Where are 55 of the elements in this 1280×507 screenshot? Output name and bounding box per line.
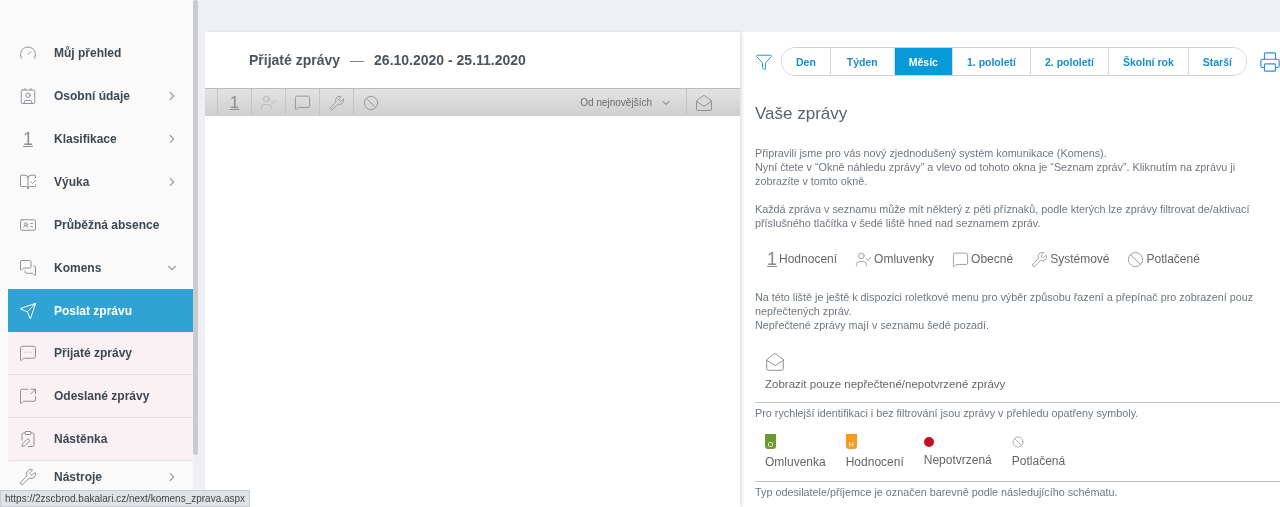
sort-dropdown[interactable]: Od nejnovějších	[566, 96, 686, 109]
title-separator: —	[350, 52, 365, 68]
filter-icon[interactable]	[755, 52, 773, 71]
date-range: 26.10.2020 - 25.11.2020	[374, 52, 526, 68]
wrench-icon	[328, 94, 345, 111]
symbol-label: Hodnocení	[845, 455, 904, 469]
sidebar-item[interactable]: Komens	[8, 246, 193, 289]
sidebar-subitem[interactable]: Přijaté zprávy	[8, 332, 193, 375]
contact-card-icon	[19, 86, 37, 105]
user-check-icon	[260, 94, 277, 111]
sidebar-item[interactable]: Průběžná absence	[8, 203, 193, 246]
symbol-label: Potlačená	[1011, 454, 1066, 468]
sidebar-item[interactable]: Můj přehled	[8, 31, 193, 74]
help-heading: Vaše zprávy	[755, 104, 849, 124]
period-tab[interactable]: Starší	[1187, 48, 1246, 75]
scheme-paragraph: Typ odesilatele/příjemce je označen barevně podle následujícího schématu.	[755, 485, 1119, 499]
flag-legend-item: Obecné	[952, 250, 1014, 268]
sort-paragraph: Na této liště je ještě k dispozici roletkové menu pro výběr způsobu řazení a přepínač pro zobrazení pouz nepřečtených zpráv. Nepřečtené zprávy mají v seznamu šedé pozadí.	[755, 290, 1255, 332]
wrench-icon	[19, 468, 37, 486]
flags-paragraph: Každá zpráva v seznamu může mít některý z pěti příznaků, podle kterých lze zprávy filtrovat de/aktivací příslušného tlačítka v šedé liště hned nad seznamem zpráv.	[755, 202, 1251, 230]
printer-icon[interactable]	[1258, 50, 1280, 73]
clipboard-pen-icon	[19, 430, 37, 448]
sidebar-subitem[interactable]: Nástěnka	[8, 418, 193, 461]
flag-legend-item: Omluvenky	[855, 250, 935, 268]
digit-glyph-icon: 1	[23, 129, 33, 148]
paper-plane-icon	[19, 301, 37, 320]
unread-only-toggle[interactable]: Zobrazit pouze nepřečtené/nepotvrzené zprávy	[765, 352, 1280, 390]
sidebar-subitem[interactable]: Odeslané zprávy	[8, 375, 193, 418]
message-forward-icon	[19, 387, 37, 405]
open-envelope-icon	[694, 93, 713, 112]
ban-icon	[1011, 436, 1024, 448]
sidebar-item[interactable]: 1 Klasifikace	[8, 117, 193, 160]
speech-bubble-icon	[952, 250, 970, 268]
ban-icon	[1127, 250, 1145, 268]
wrench-icon	[1031, 250, 1049, 268]
period-tab[interactable]: Měsíc	[893, 48, 952, 75]
sidebar-item[interactable]: Nástroje	[8, 461, 193, 493]
intro-paragraph: Připravili jsme pro vás nový zjednodušený systém komunikace (Komens). Nyní čtete v “Okně náhledu zprávy” a vlevo od tohoto okna je “Seznam zpráv”. Kliknutím na zprávu ji zobrazíte v tomto okně.	[755, 146, 1237, 188]
status-url: https://2zscbrod.bakalari.cz/next/komens_zprava.aspx	[0, 490, 251, 507]
symbol-label: Omluvenka	[765, 455, 826, 469]
flag-legend-item: Systémové	[1031, 250, 1110, 268]
flag-legend-item: Potlačené	[1127, 250, 1200, 268]
book-icon	[19, 172, 37, 191]
symbol-label: Nepotvrzená	[923, 453, 992, 467]
sidebar-item[interactable]: Výuka	[8, 160, 193, 203]
symbols-paragraph: Pro rychlejší identifikaci i bez filtrování jsou zprávy v přehledu opatřeny symboly.	[755, 406, 1140, 420]
list-title: Přijaté zprávy	[249, 52, 341, 68]
speech-bubble-icon	[294, 94, 311, 111]
flag-legend-item: 1 Hodnocení	[767, 250, 838, 268]
chat-bubbles-icon	[19, 258, 37, 277]
gauge-icon	[19, 43, 37, 62]
open-envelope-icon	[765, 352, 785, 372]
sidebar-item[interactable]: Osobní údaje	[8, 74, 193, 117]
user-check-icon	[855, 250, 873, 268]
ban-icon	[362, 94, 379, 111]
